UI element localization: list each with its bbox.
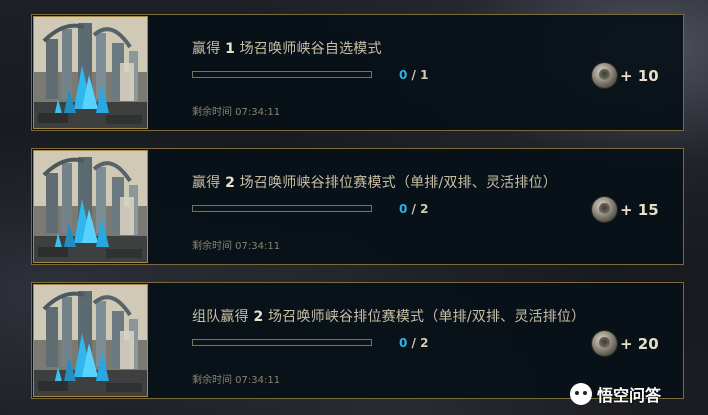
- time-remaining: 剩余时间 07:34:11: [192, 241, 281, 252]
- progress-current: 0: [399, 336, 408, 350]
- progress-total: / 1: [411, 68, 429, 82]
- mission-title-suffix: 场召唤师峡谷排位赛模式（单排/双排、灵活排位）: [263, 309, 586, 325]
- mission-card[interactable]: 组队赢得 2 场召唤师峡谷排位赛模式（单排/双排、灵活排位） 0 / 2 + 2…: [31, 282, 684, 399]
- mission-thumbnail: [33, 150, 148, 263]
- progress-count: 0 / 2: [399, 202, 428, 216]
- reward-amount: + 15: [620, 201, 659, 219]
- mission-title-prefix: 组队赢得: [192, 309, 254, 325]
- mission-thumbnail: [33, 284, 148, 397]
- progress-count: 0 / 1: [399, 68, 428, 82]
- wukong-logo-icon: [570, 383, 592, 405]
- mission-title-suffix: 场召唤师峡谷排位赛模式（单排/双排、灵活排位）: [235, 175, 557, 191]
- mission-title-prefix: 赢得: [192, 175, 226, 191]
- mission-title: 组队赢得 2 场召唤师峡谷排位赛模式（单排/双排、灵活排位）: [192, 306, 585, 326]
- progress-total: / 2: [411, 336, 429, 350]
- time-remaining: 剩余时间 07:34:11: [192, 375, 281, 386]
- mission-title-count: 2: [225, 175, 236, 191]
- reward-token-icon: [592, 331, 617, 356]
- progress-current: 0: [399, 202, 408, 216]
- wukong-watermark: 悟空问答: [570, 383, 661, 405]
- mission-title-count: 2: [253, 309, 264, 325]
- mission-card[interactable]: 赢得 1 场召唤师峡谷自选模式 0 / 1 + 10 剩余时间 07:34:11: [31, 14, 684, 131]
- progress-bar: [192, 205, 372, 212]
- mission-title-suffix: 场召唤师峡谷自选模式: [235, 41, 382, 57]
- progress-current: 0: [399, 68, 408, 82]
- progress-total: / 2: [411, 202, 429, 216]
- mission-thumbnail: [33, 16, 148, 129]
- mission-card[interactable]: 赢得 2 场召唤师峡谷排位赛模式（单排/双排、灵活排位） 0 / 2 + 15 …: [31, 148, 684, 265]
- time-remaining: 剩余时间 07:34:11: [192, 107, 281, 118]
- reward-amount: + 20: [620, 335, 659, 353]
- mission-title: 赢得 2 场召唤师峡谷排位赛模式（单排/双排、灵活排位）: [192, 172, 557, 192]
- progress-bar: [192, 339, 372, 346]
- mission-title: 赢得 1 场召唤师峡谷自选模式: [192, 38, 382, 58]
- reward-token-icon: [592, 63, 617, 88]
- progress-bar: [192, 71, 372, 78]
- watermark-text: 悟空问答: [597, 386, 662, 405]
- progress-count: 0 / 2: [399, 336, 428, 350]
- mission-title-prefix: 赢得: [192, 41, 226, 57]
- mission-title-count: 1: [225, 41, 236, 57]
- reward-amount: + 10: [620, 67, 659, 85]
- reward-token-icon: [592, 197, 617, 222]
